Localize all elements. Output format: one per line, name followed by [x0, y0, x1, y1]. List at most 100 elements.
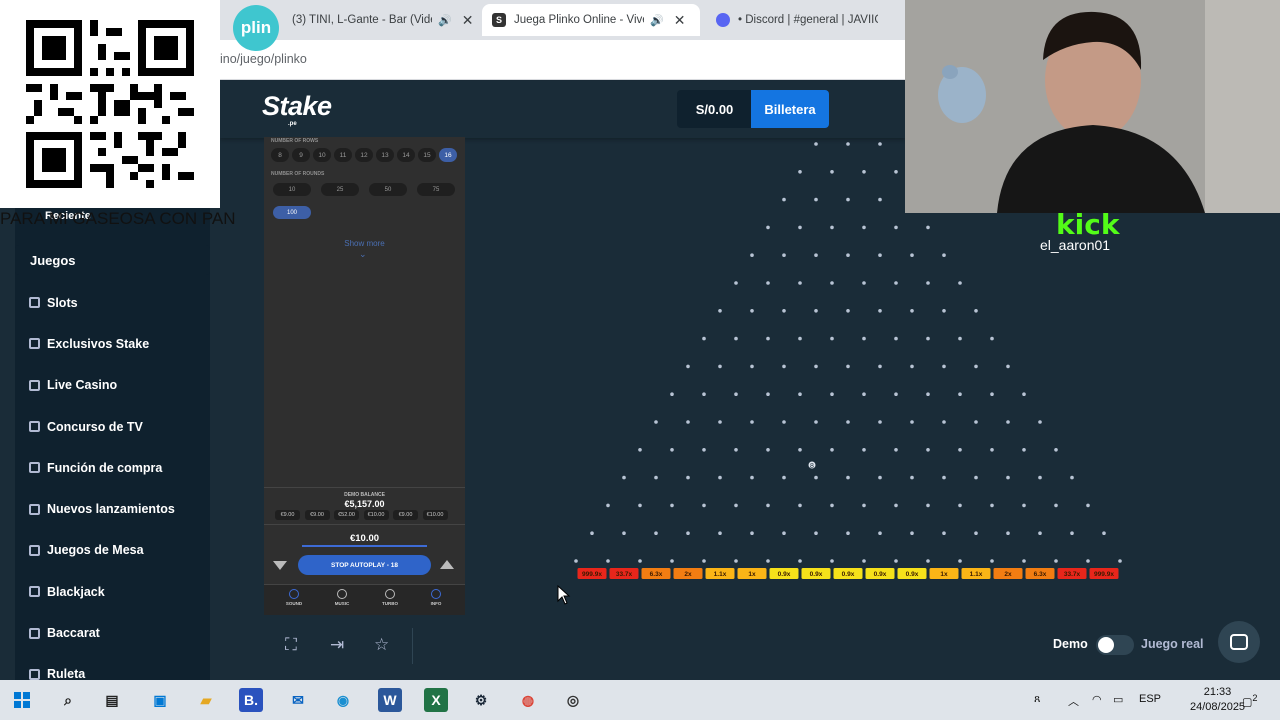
rounds-option[interactable]: 10 — [273, 183, 311, 196]
sound-button[interactable]: SOUND — [280, 589, 308, 606]
clock[interactable]: 21:33 24/08/2025 — [1190, 685, 1245, 715]
rows-option[interactable]: 14 — [397, 148, 415, 162]
sidebar-item-nuevos-lanzamientos[interactable]: Nuevos lanzamientos — [15, 488, 210, 529]
peg — [1006, 420, 1010, 424]
file-explorer-icon[interactable]: ▰ — [194, 688, 218, 712]
wallet-button[interactable]: Billetera — [751, 90, 829, 128]
bet-chip[interactable]: €9.00 — [393, 510, 418, 520]
game-controls-bar: SOUND MUSIC TURBO INFO — [264, 584, 465, 615]
discord-icon — [716, 13, 730, 27]
excel-icon[interactable]: X — [424, 688, 448, 712]
peg — [814, 475, 818, 480]
battery-icon[interactable]: ▭ — [1113, 693, 1123, 706]
language-tool-icon[interactable]: ጸ — [1034, 693, 1040, 706]
bet-chip[interactable]: €10.00 — [363, 510, 389, 520]
peg — [638, 503, 642, 508]
store-icon[interactable]: ▣ — [148, 688, 172, 712]
edge-icon[interactable]: ◉ — [331, 688, 355, 712]
live-chat-button[interactable] — [1218, 621, 1260, 663]
increase-bet-icon[interactable] — [440, 560, 454, 569]
peg — [958, 559, 962, 563]
address-text[interactable]: ino/juego/plinko — [220, 52, 307, 66]
peg — [734, 559, 738, 563]
peg — [798, 281, 802, 285]
sidebar-item-concurso-de-tv[interactable]: Concurso de TV — [15, 406, 210, 447]
multiplier-slot: 0.9x — [897, 568, 927, 579]
category-icon — [29, 503, 40, 515]
rounds-option[interactable]: 50 — [369, 183, 407, 196]
notifications-icon[interactable]: ▢2 — [1242, 693, 1258, 709]
real-mode-toggle[interactable] — [1096, 635, 1134, 655]
music-button[interactable]: MUSIC — [328, 589, 356, 606]
bet-chip[interactable]: €9.00 — [304, 510, 330, 520]
sidebar-item-funci-n-de-compra[interactable]: Función de compra — [15, 447, 210, 488]
stake-logo[interactable]: Stake .pe — [262, 91, 332, 127]
rounds-option[interactable]: 75 — [417, 183, 455, 196]
task-view-icon[interactable]: ▤ — [100, 688, 124, 712]
bet-chip[interactable]: €9.00 — [275, 510, 300, 520]
sidebar-item-baccarat[interactable]: Baccarat — [15, 612, 210, 653]
browser-tab-discord[interactable]: • Discord | #general | JAVIIG — [706, 4, 888, 36]
sidebar-section-juegos[interactable]: Juegos — [15, 245, 210, 275]
sidebar-item-slots[interactable]: Slots — [15, 282, 210, 323]
chevron-down-icon[interactable]: ⌄ — [359, 249, 367, 260]
steam-icon[interactable]: ⚙ — [469, 688, 493, 712]
peg — [1102, 531, 1106, 535]
peg — [734, 503, 738, 508]
bet-chip[interactable]: €52.00 — [334, 510, 359, 520]
windows-start-icon[interactable] — [10, 688, 34, 712]
peg — [670, 503, 674, 508]
peg — [670, 392, 674, 396]
wifi-icon[interactable]: ◠ — [1092, 693, 1102, 706]
sidebar-item-blackjack[interactable]: Blackjack — [15, 571, 210, 612]
bet-chip[interactable]: €10.00 — [422, 510, 448, 520]
speaker-icon[interactable]: 🔊 — [438, 14, 452, 27]
rows-option[interactable]: 9 — [292, 148, 310, 162]
fullscreen-icon[interactable]: ⛶ — [285, 635, 297, 655]
balance-display[interactable]: S/0.00 — [677, 90, 752, 128]
multiplier-slot: 6.3x — [1025, 568, 1055, 579]
word-icon[interactable]: W — [378, 688, 402, 712]
sidebar-item-exclusivos-stake[interactable]: Exclusivos Stake — [15, 323, 210, 364]
decrease-bet-icon[interactable] — [273, 561, 287, 570]
sidebar-item-label: Baccarat — [47, 626, 100, 641]
clock-time: 21:33 — [1203, 686, 1232, 698]
bet-slider[interactable] — [302, 545, 427, 547]
peg — [814, 142, 818, 146]
obs-icon[interactable]: ◎ — [561, 688, 585, 712]
close-tab-icon[interactable]: ✕ — [462, 12, 474, 29]
rows-option[interactable]: 13 — [376, 148, 394, 162]
peg — [798, 336, 802, 341]
theatre-mode-icon[interactable]: ⇥ — [330, 635, 344, 655]
app-b-icon[interactable]: B. — [239, 688, 263, 712]
close-tab-icon[interactable]: ✕ — [674, 12, 686, 29]
search-icon[interactable]: ⌕ — [56, 688, 80, 712]
peg — [590, 531, 594, 535]
language-indicator[interactable]: ESP — [1139, 693, 1161, 705]
peg — [1086, 559, 1090, 563]
webcam-image — [905, 0, 1280, 213]
rows-option[interactable]: 15 — [418, 148, 436, 162]
rows-option[interactable]: 16 — [439, 148, 457, 162]
mail-icon[interactable]: ✉ — [286, 688, 310, 712]
sidebar-item-live-casino[interactable]: Live Casino — [15, 365, 210, 406]
info-button[interactable]: INFO — [422, 589, 450, 606]
sidebar-item-juegos-de-mesa[interactable]: Juegos de Mesa — [15, 530, 210, 571]
browser-tab-youtube[interactable]: (3) TINI, L-Gante - Bar (Vide 🔊 ✕ — [282, 4, 483, 36]
chrome-icon[interactable]: ◍ — [516, 688, 540, 712]
peg — [894, 170, 898, 174]
rows-option[interactable]: 8 — [271, 148, 289, 162]
show-more-link[interactable]: Show more — [264, 239, 465, 248]
stop-autoplay-button[interactable]: STOP AUTOPLAY - 18 — [298, 555, 431, 575]
rows-option[interactable]: 11 — [334, 148, 352, 162]
peg — [654, 531, 658, 535]
turbo-button[interactable]: TURBO — [376, 589, 404, 606]
rounds-option[interactable]: 25 — [321, 183, 359, 196]
rows-option[interactable]: 10 — [313, 148, 331, 162]
speaker-icon[interactable]: 🔊 — [650, 14, 664, 27]
rounds-option[interactable]: 100 — [273, 206, 311, 219]
tray-expand-icon[interactable]: ︿ — [1068, 693, 1079, 709]
rows-option[interactable]: 12 — [355, 148, 373, 162]
browser-tab-stake[interactable]: S Juega Plinko Online - Vive la 🔊 ✕ — [482, 4, 700, 36]
favorite-star-icon[interactable]: ☆ — [374, 635, 389, 655]
